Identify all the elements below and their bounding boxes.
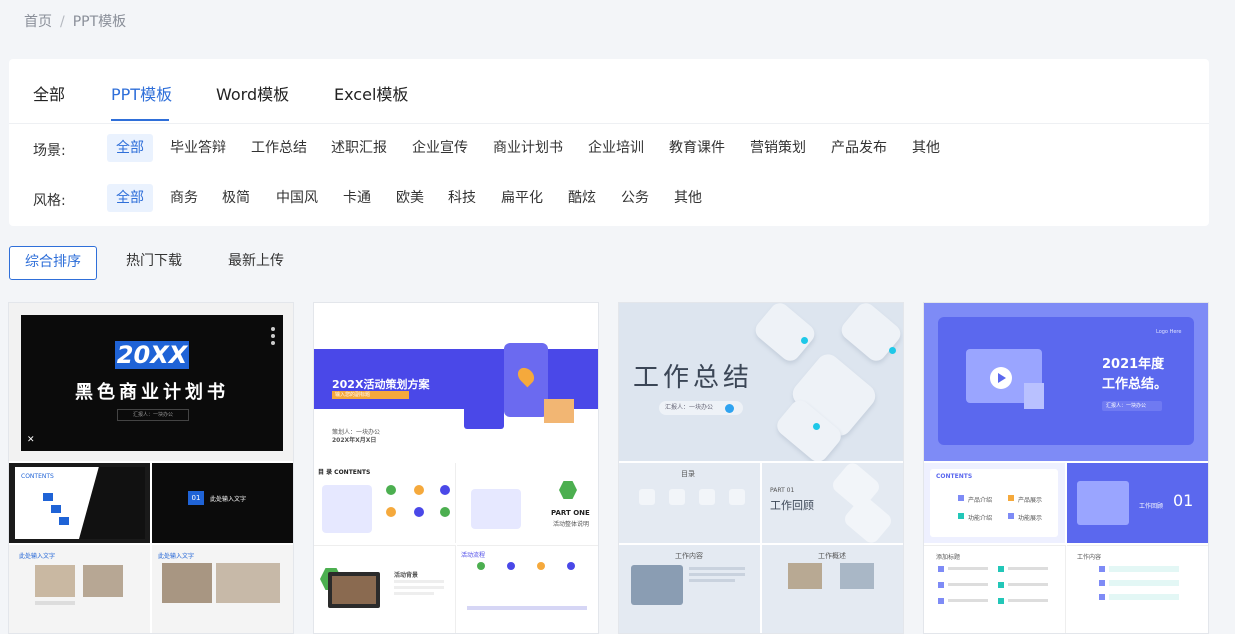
style-option-business[interactable]: 商务: [161, 184, 207, 212]
template-card[interactable]: 工作总结 汇报人：一块办公 目录 PART 01 工作回顾 工作内容 工作概述: [618, 302, 904, 634]
cover-slide: 20XX 黑色商业计划书 汇报人：一块办公 ✕: [21, 315, 283, 451]
scene-option-other[interactable]: 其他: [903, 134, 949, 162]
scene-option-training[interactable]: 企业培训: [579, 134, 653, 162]
preview-slide-overview: 工作概述: [762, 545, 903, 633]
preview-slide-section: PART ONE 活动整体说明: [457, 463, 598, 543]
preview-slide-work-content: 工作内容: [619, 545, 760, 633]
tab-ppt[interactable]: PPT模板: [111, 81, 172, 105]
preview-slide-section: 01 此处输入文字: [152, 463, 293, 543]
sort-latest-upload[interactable]: 最新上传: [228, 246, 284, 278]
template-cover: 202X活动策划方案 输入您的副标题 策划人：一块办公 202X年X月X日: [314, 303, 598, 461]
breadcrumb: 首页 / PPT模板: [24, 11, 126, 31]
preview-slide-photos: 此处输入文字: [9, 545, 150, 633]
scene-option-promotion[interactable]: 企业宣传: [403, 134, 477, 162]
cover-year: 20XX: [114, 341, 190, 369]
tab-word[interactable]: Word模板: [216, 81, 289, 105]
sort-popular-downloads[interactable]: 热门下载: [126, 246, 182, 278]
scene-filter-row: 场景: 全部 毕业答辩 工作总结 述职汇报 企业宣传 商业计划书 企业培训 教育…: [9, 134, 1209, 164]
scene-filter-label: 场景:: [33, 143, 66, 159]
more-icon: [271, 327, 275, 345]
breadcrumb-current: PPT模板: [72, 14, 127, 30]
tab-all[interactable]: 全部: [33, 81, 65, 105]
preview-slide-contents: CONTENTS 产品介绍 产品展示 功能介绍 功能展示: [924, 463, 1065, 543]
cover-title: 黑色商业计划书: [75, 382, 229, 403]
style-filter-row: 风格: 全部 商务 极简 中国风 卡通 欧美 科技 扁平化 酷炫 公务 其他: [9, 184, 1209, 214]
preview-slide-meeting: 此处输入文字: [152, 545, 293, 633]
preview-slide-contents: 目 录 CONTENTS: [314, 463, 456, 543]
scene-option-business-plan[interactable]: 商业计划书: [484, 134, 572, 162]
style-option-western[interactable]: 欧美: [387, 184, 433, 212]
style-filter-label: 风格:: [33, 193, 66, 209]
template-cover: 工作总结 汇报人：一块办公: [619, 303, 903, 461]
style-option-cool[interactable]: 酷炫: [559, 184, 605, 212]
template-card[interactable]: 202X活动策划方案 输入您的副标题 策划人：一块办公 202X年X月X日 目 …: [313, 302, 599, 634]
cover-subtitle: 输入您的副标题: [332, 391, 409, 399]
template-cover: Logo Here 2021年度 工作总结。 汇报人：一块办公: [924, 303, 1208, 461]
cover-subtitle: 汇报人：一块办公: [1102, 401, 1162, 411]
scene-option-courseware[interactable]: 教育课件: [660, 134, 734, 162]
scene-option-report[interactable]: 述职汇报: [322, 134, 396, 162]
template-card[interactable]: Logo Here 2021年度 工作总结。 汇报人：一块办公 CONTENTS…: [923, 302, 1209, 634]
cover-title: 工作总结: [633, 363, 754, 393]
expand-icon: ✕: [27, 435, 35, 445]
preview-slide-background: 活动背景: [314, 545, 456, 633]
arrow-right-icon: [725, 404, 734, 413]
preview-slide-work: 工作内容: [1067, 545, 1208, 633]
cover-title: 202X活动策划方案: [332, 378, 430, 391]
preview-slide-flow: 活动流程: [457, 545, 598, 633]
cover-subtitle: 汇报人：一块办公: [117, 409, 189, 421]
style-option-cartoon[interactable]: 卡通: [334, 184, 380, 212]
scene-option-marketing[interactable]: 营销策划: [741, 134, 815, 162]
preview-slide-contents: 目录: [619, 463, 760, 543]
style-option-chinese[interactable]: 中国风: [267, 184, 327, 212]
template-card[interactable]: 20XX 黑色商业计划书 汇报人：一块办公 ✕ CONTENTS 01 此处输入…: [8, 302, 294, 634]
breadcrumb-separator: /: [60, 14, 65, 30]
template-cover: 20XX 黑色商业计划书 汇报人：一块办公 ✕: [9, 303, 293, 461]
tab-excel[interactable]: Excel模板: [334, 81, 408, 105]
filter-panel: 全部 PPT模板 Word模板 Excel模板 场景: 全部 毕业答辩 工作总结…: [9, 59, 1209, 226]
breadcrumb-home[interactable]: 首页: [24, 14, 52, 30]
category-tabs: 全部 PPT模板 Word模板 Excel模板: [9, 59, 1209, 124]
scene-option-product-launch[interactable]: 产品发布: [822, 134, 896, 162]
preview-slide-section: 工作回顾 01: [1067, 463, 1208, 543]
cover-title-main: 工作总结。: [1102, 377, 1168, 392]
style-option-official[interactable]: 公务: [612, 184, 658, 212]
scene-option-work-summary[interactable]: 工作总结: [242, 134, 316, 162]
cover-logo: Logo Here: [1156, 329, 1182, 335]
sort-comprehensive[interactable]: 综合排序: [9, 246, 97, 280]
style-option-all[interactable]: 全部: [107, 184, 153, 212]
preview-slide-list: 添加标题: [924, 545, 1066, 633]
style-option-minimal[interactable]: 极简: [213, 184, 259, 212]
preview-slide-section: PART 01 工作回顾: [762, 463, 903, 543]
style-option-flat[interactable]: 扁平化: [492, 184, 552, 212]
active-tab-indicator: [111, 119, 169, 121]
scene-option-all[interactable]: 全部: [107, 134, 153, 162]
scene-option-graduation[interactable]: 毕业答辩: [161, 134, 235, 162]
style-option-other[interactable]: 其他: [665, 184, 711, 212]
style-option-tech[interactable]: 科技: [439, 184, 485, 212]
cover-title-year: 2021年度: [1102, 357, 1165, 372]
preview-slide-contents: CONTENTS: [9, 463, 150, 543]
